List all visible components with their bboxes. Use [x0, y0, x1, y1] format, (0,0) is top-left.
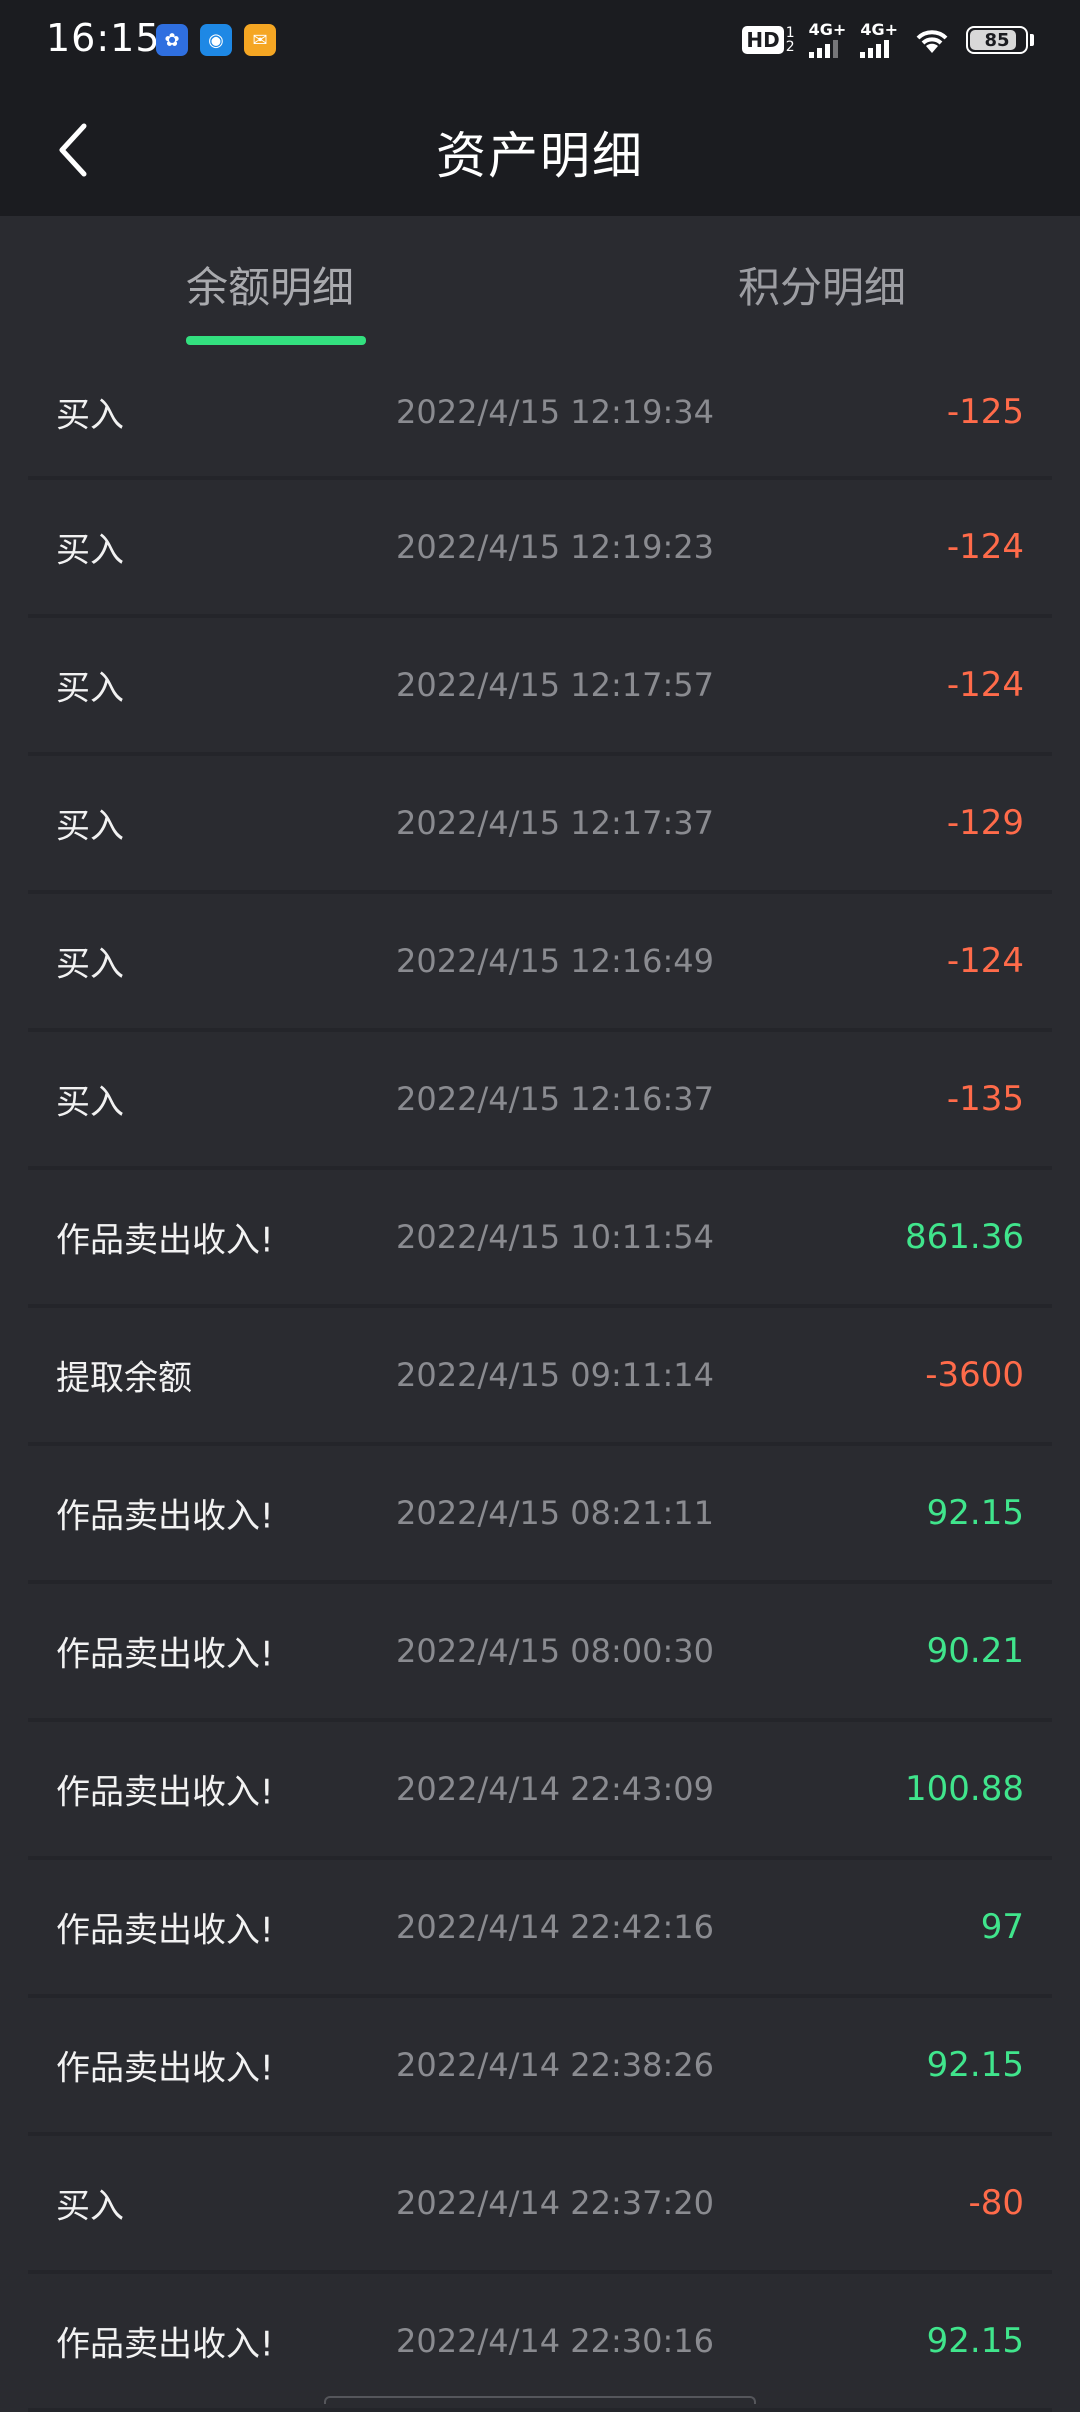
transaction-time: 2022/4/15 09:11:14	[396, 1356, 714, 1394]
transaction-amount: -124	[946, 941, 1024, 981]
transaction-time: 2022/4/15 08:00:30	[396, 1632, 714, 1670]
transaction-amount: -125	[946, 392, 1024, 432]
transaction-amount: -129	[946, 803, 1024, 843]
transaction-type: 买入	[56, 2186, 124, 2227]
cellular-signal-icon: 4G+	[860, 22, 898, 58]
transaction-type: 作品卖出收入!	[56, 1910, 274, 1951]
status-time: 16:15	[46, 16, 161, 60]
transaction-amount: 90.21	[926, 1631, 1024, 1671]
transaction-time: 2022/4/14 22:37:20	[396, 2184, 714, 2222]
battery-icon: 85	[966, 26, 1034, 54]
cellular-signal-icon: 4G+	[808, 22, 846, 58]
transaction-amount: -124	[946, 527, 1024, 567]
transaction-amount: 92.15	[926, 2045, 1024, 2085]
transaction-row[interactable]: 作品卖出收入! 2022/4/14 22:38:26 92.15	[28, 1998, 1052, 2136]
hd-icon: HD 1 2	[742, 26, 795, 54]
transaction-time: 2022/4/15 12:16:49	[396, 942, 714, 980]
nav-bar: 资产明细	[0, 84, 1080, 216]
transaction-row[interactable]: 作品卖出收入! 2022/4/15 10:11:54 861.36	[28, 1170, 1052, 1308]
transaction-amount: 861.36	[905, 1217, 1024, 1257]
transaction-type: 作品卖出收入!	[56, 1634, 274, 1675]
transaction-row[interactable]: 作品卖出收入! 2022/4/14 22:43:09 100.88	[28, 1722, 1052, 1860]
transaction-time: 2022/4/14 22:30:16	[396, 2322, 714, 2360]
transaction-amount: -124	[946, 665, 1024, 705]
transaction-time: 2022/4/15 12:16:37	[396, 1080, 714, 1118]
transaction-amount: 92.15	[926, 1493, 1024, 1533]
tab-balance-detail[interactable]: 余额明细	[186, 254, 354, 315]
tab-points-detail[interactable]: 积分明细	[738, 254, 906, 315]
transaction-row[interactable]: 买入 2022/4/15 12:17:37 -129	[28, 756, 1052, 894]
transaction-amount: -135	[946, 1079, 1024, 1119]
transaction-time: 2022/4/14 22:42:16	[396, 1908, 714, 1946]
transaction-time: 2022/4/15 12:17:37	[396, 804, 714, 842]
wifi-app-icon: ◉	[200, 24, 232, 56]
transaction-row[interactable]: 作品卖出收入! 2022/4/14 22:30:16 92.15	[28, 2274, 1052, 2412]
home-indicator[interactable]	[324, 2396, 756, 2404]
transaction-amount: 92.15	[926, 2321, 1024, 2361]
transaction-time: 2022/4/15 12:19:34	[396, 393, 714, 431]
transaction-type: 作品卖出收入!	[56, 1772, 274, 1813]
status-indicators: HD 1 2 4G+ 4G+ 85	[742, 22, 1034, 58]
status-bar: 16:15 ✿ ◉ ✉ HD 1 2 4G+ 4G+ 85	[0, 0, 1080, 84]
status-app-icons: ✿ ◉ ✉	[156, 24, 276, 56]
transaction-time: 2022/4/14 22:38:26	[396, 2046, 714, 2084]
transaction-type: 买入	[56, 530, 124, 571]
transaction-row[interactable]: 作品卖出收入! 2022/4/14 22:42:16 97	[28, 1860, 1052, 1998]
transaction-type: 作品卖出收入!	[56, 2324, 274, 2365]
transaction-row[interactable]: 买入 2022/4/15 12:17:57 -124	[28, 618, 1052, 756]
transaction-row[interactable]: 买入 2022/4/15 12:16:49 -124	[28, 894, 1052, 1032]
transaction-amount: -3600	[925, 1355, 1024, 1395]
transaction-amount: 97	[980, 1907, 1024, 1947]
transaction-type: 买入	[56, 944, 124, 985]
transaction-type: 作品卖出收入!	[56, 1220, 274, 1261]
transaction-row[interactable]: 作品卖出收入! 2022/4/15 08:21:11 92.15	[28, 1446, 1052, 1584]
transaction-time: 2022/4/15 10:11:54	[396, 1218, 714, 1256]
transaction-row[interactable]: 买入 2022/4/15 12:19:23 -124	[28, 480, 1052, 618]
transaction-type: 买入	[56, 1082, 124, 1123]
transaction-amount: 100.88	[905, 1769, 1024, 1809]
transaction-row[interactable]: 买入 2022/4/14 22:37:20 -80	[28, 2136, 1052, 2274]
transaction-type: 买入	[56, 668, 124, 709]
transaction-time: 2022/4/15 12:19:23	[396, 528, 714, 566]
transaction-row[interactable]: 买入 2022/4/15 12:19:34 -125	[28, 348, 1052, 480]
transaction-time: 2022/4/14 22:43:09	[396, 1770, 714, 1808]
transaction-time: 2022/4/15 12:17:57	[396, 666, 714, 704]
page-title: 资产明细	[436, 127, 644, 185]
wifi-icon	[916, 30, 948, 53]
transaction-type: 提取余额	[56, 1358, 192, 1399]
transaction-row[interactable]: 提取余额 2022/4/15 09:11:14 -3600	[28, 1308, 1052, 1446]
mail-icon: ✉	[244, 24, 276, 56]
transaction-row[interactable]: 作品卖出收入! 2022/4/15 08:00:30 90.21	[28, 1584, 1052, 1722]
transaction-type: 买入	[56, 395, 124, 436]
transaction-amount: -80	[968, 2183, 1024, 2223]
tab-bar: 余额明细 积分明细	[0, 216, 1080, 348]
transaction-row[interactable]: 买入 2022/4/15 12:16:37 -135	[28, 1032, 1052, 1170]
transaction-type: 买入	[56, 806, 124, 847]
active-tab-indicator	[186, 336, 366, 345]
transaction-list[interactable]: 买入 2022/4/15 12:19:34 -125 买入 2022/4/15 12:1…	[28, 348, 1052, 2412]
transaction-type: 作品卖出收入!	[56, 2048, 274, 2089]
baidu-icon: ✿	[156, 24, 188, 56]
transaction-type: 作品卖出收入!	[56, 1496, 274, 1537]
transaction-time: 2022/4/15 08:21:11	[396, 1494, 714, 1532]
